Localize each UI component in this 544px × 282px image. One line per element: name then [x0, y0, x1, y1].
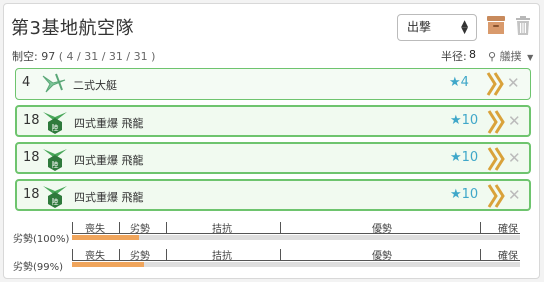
- air-state-label: 劣勢(100%): [13, 234, 70, 245]
- proficiency-chevron-icon: [486, 72, 504, 96]
- svg-text:陸: 陸: [52, 123, 59, 132]
- air-power-label: 制空:: [12, 50, 38, 63]
- equipment-name: 四式重爆 飛龍: [74, 191, 144, 204]
- air-state-progress: [72, 262, 144, 267]
- slot-count: 18: [23, 187, 40, 202]
- air-state-progress: [72, 235, 140, 240]
- close-icon[interactable]: ✕: [508, 112, 521, 130]
- proficiency-chevron-icon: [487, 110, 505, 134]
- search-label: 艤撲: [499, 50, 522, 63]
- base-air-corps-panel: 第3基地航空隊 出撃 ▲ ▼ 制空: 97 ( 4 / 31 / 31 / 31 …: [3, 3, 540, 279]
- triangle-down-icon: ▼: [527, 53, 534, 62]
- box-icon[interactable]: [487, 16, 505, 34]
- slot-count: 18: [23, 113, 40, 128]
- equipment-name: 二式大艇: [73, 79, 117, 92]
- svg-text:陸: 陸: [52, 197, 59, 206]
- svg-text:陸: 陸: [52, 160, 59, 169]
- equipment-slot[interactable]: 18 陸 四式重爆 飛龍 ★10 ✕: [15, 105, 531, 137]
- radius-value: 8: [469, 48, 476, 61]
- equipment-slot[interactable]: 18 陸 四式重爆 飛龍 ★10 ✕: [15, 179, 531, 211]
- proficiency-chevron-icon: [487, 184, 505, 208]
- search-button[interactable]: ⚲ 艤撲 ▼: [488, 48, 533, 64]
- equipment-slot[interactable]: 4 二式大艇 ★4 ✕: [15, 68, 531, 100]
- land-attacker-icon: 陸: [43, 186, 67, 208]
- slot-count: 18: [23, 150, 40, 165]
- air-state-scale: 喪失 劣勢 拮抗 優勢 確保: [72, 247, 520, 277]
- radius-label: 半径:: [441, 50, 467, 63]
- proficiency-badge: ★10: [450, 113, 479, 128]
- close-icon[interactable]: ✕: [508, 186, 521, 204]
- close-icon[interactable]: ✕: [508, 149, 521, 167]
- magnifier-icon: ⚲: [488, 50, 497, 63]
- equipment-slot[interactable]: 18 陸 四式重爆 飛龍 ★10 ✕: [15, 142, 531, 174]
- land-attacker-icon: 陸: [43, 149, 67, 171]
- select-caret-icon: ▲ ▼: [461, 19, 468, 36]
- air-state-label: 劣勢(99%): [13, 262, 64, 273]
- land-attacker-icon: 陸: [43, 112, 67, 134]
- sortie-select[interactable]: 出撃 ▲ ▼: [397, 14, 477, 41]
- proficiency-badge: ★10: [450, 187, 479, 202]
- proficiency-badge: ★10: [450, 150, 479, 165]
- slot-count: 4: [22, 75, 31, 90]
- sortie-select-value: 出撃: [407, 20, 432, 34]
- air-power-detail: ( 4 / 31 / 31 / 31 ): [58, 50, 156, 63]
- equipment-name: 四式重爆 飛龍: [74, 154, 144, 167]
- proficiency-chevron-icon: [487, 147, 505, 171]
- trash-icon[interactable]: [514, 16, 532, 36]
- air-state-scale: 喪失 劣勢 拮抗 優勢 確保: [72, 220, 520, 250]
- proficiency-badge: ★4: [449, 75, 469, 90]
- recon-plane-icon: [42, 73, 66, 93]
- air-power-stat: 制空: 97 ( 4 / 31 / 31 / 31 ): [12, 48, 155, 64]
- air-power-value: 97: [41, 50, 56, 63]
- close-icon[interactable]: ✕: [507, 74, 520, 92]
- base-title: 第3基地航空隊: [11, 18, 134, 39]
- equipment-name: 四式重爆 飛龍: [74, 117, 144, 130]
